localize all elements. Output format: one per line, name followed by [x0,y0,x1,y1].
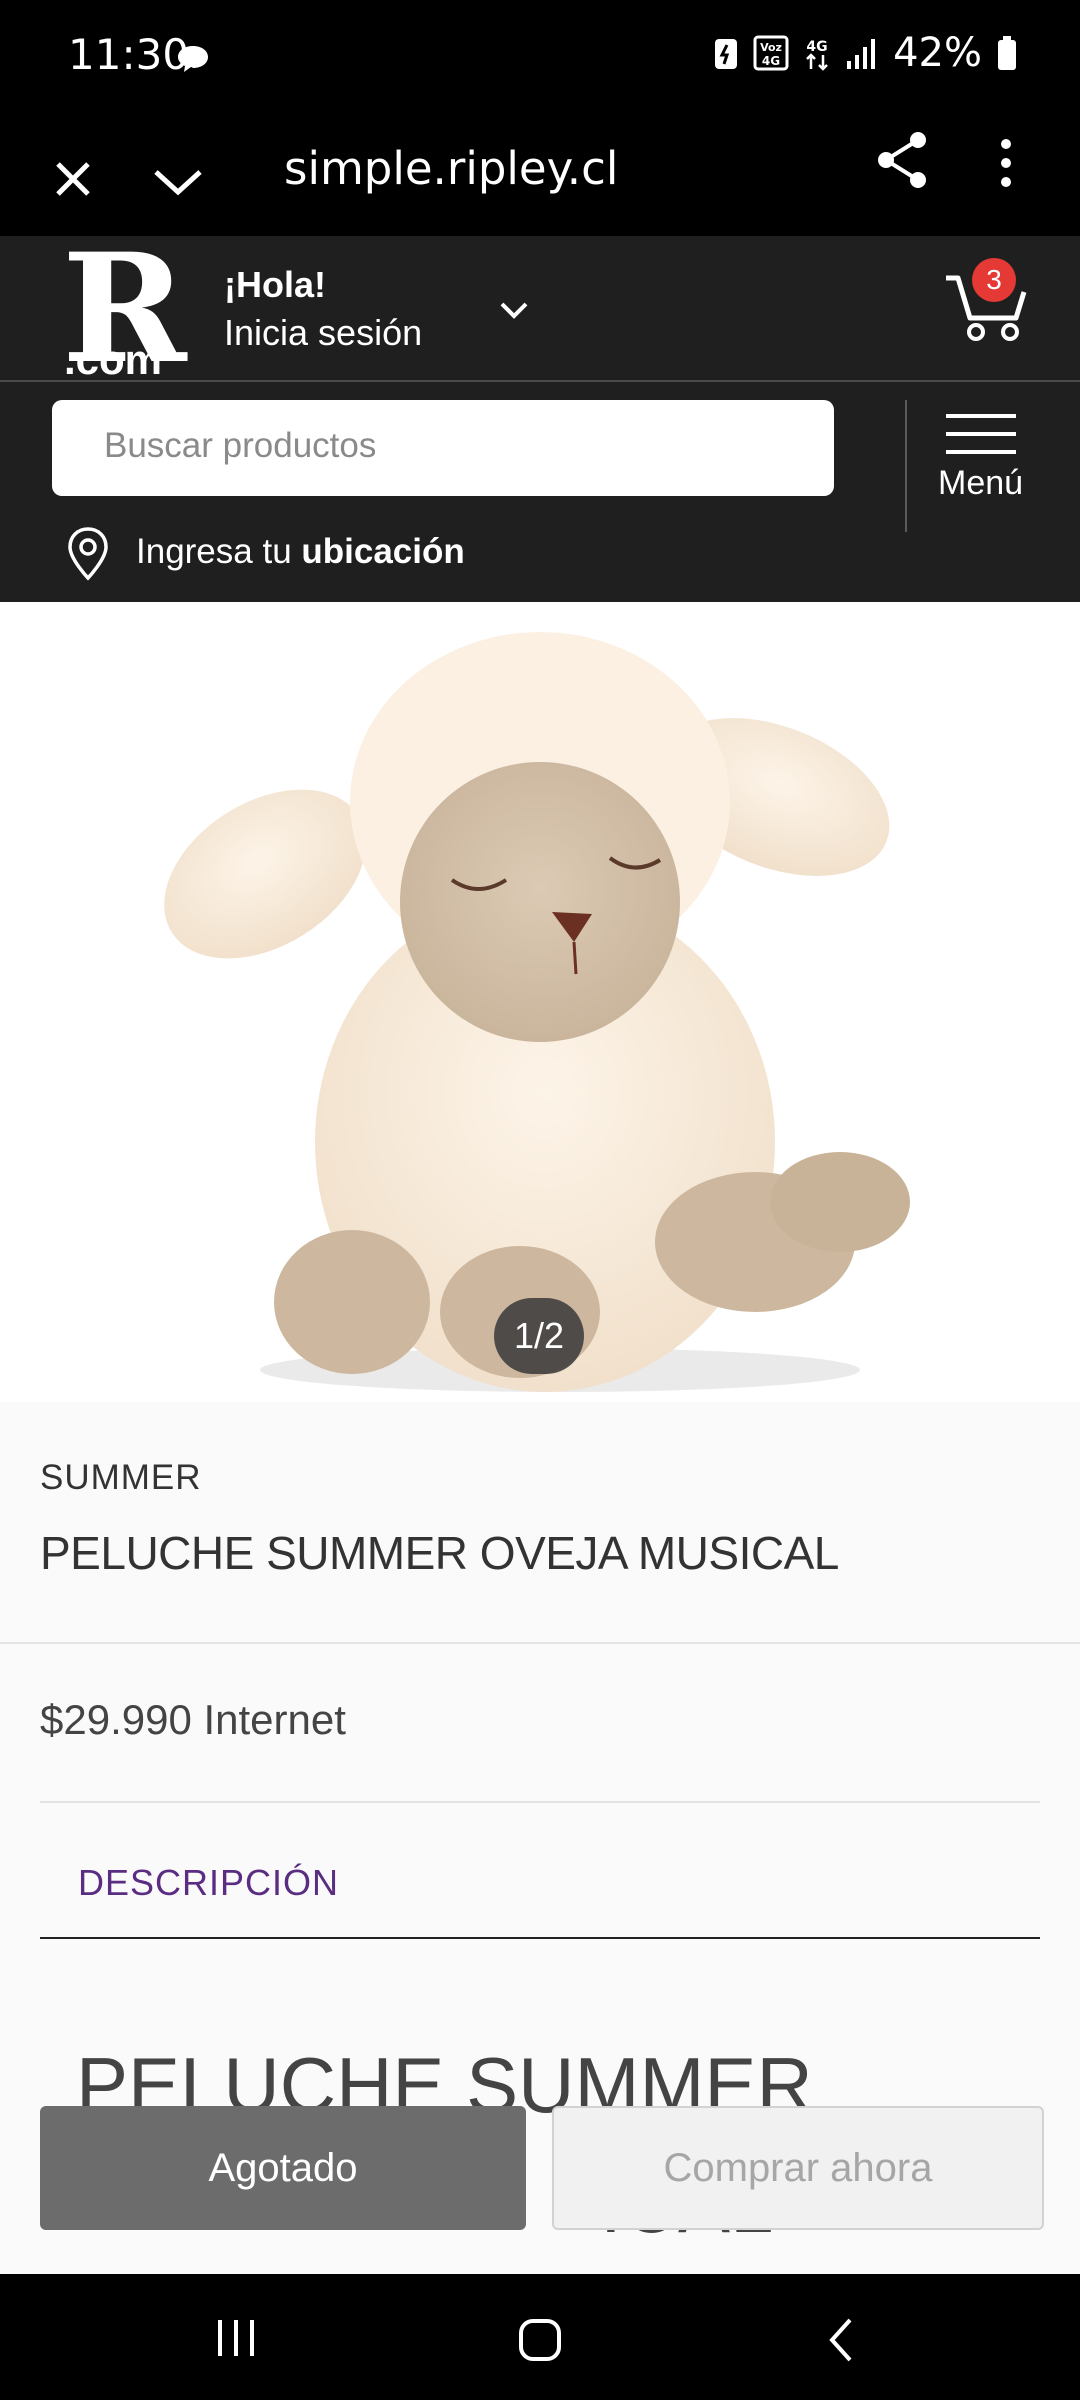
menu-label: Menú [938,464,1024,502]
search-input[interactable]: Buscar productos [52,400,834,496]
search-placeholder: Buscar productos [104,426,377,465]
status-bar: 11:30 Voz 4G 4G 42% [0,0,1080,118]
product-price: $29.990 Internet [40,1696,346,1743]
cart-button[interactable]: 3 [944,258,1030,342]
ripley-logo[interactable]: R .com [56,234,187,384]
buy-now-button[interactable]: Comprar ahora [552,2106,1044,2230]
site-header: R .com ¡Hola! Inicia sesión 3 Buscar pro… [0,234,1080,602]
back-icon[interactable] [826,2316,856,2364]
cart-count-badge: 3 [972,258,1016,302]
svg-text:4G: 4G [762,54,780,68]
product-title: PELUCHE SUMMER OVEJA MUSICAL [40,1527,839,1579]
product-brand[interactable]: SUMMER [40,1458,202,1498]
recent-apps-icon[interactable] [214,2318,258,2358]
login-link[interactable]: Inicia sesión [224,312,422,354]
network-4g-icon: 4G [806,39,828,71]
sold-out-button[interactable]: Agotado [40,2106,526,2230]
location-pin-icon [68,527,108,581]
logo-suffix: .com [64,336,163,383]
home-icon[interactable] [518,2318,562,2362]
account-chevron-icon[interactable] [498,300,530,322]
menu-button[interactable]: Menú [922,408,1038,532]
image-counter: 1/2 [494,1298,584,1374]
greeting: ¡Hola! [224,264,326,305]
system-nav-bar [0,2274,1080,2400]
menu-divider [905,400,907,532]
product-image-carousel[interactable]: 1/2 [0,602,1080,1402]
svg-text:4G: 4G [806,39,827,55]
url-text[interactable]: simple.ripley.cl [284,142,618,195]
battery-percent: 42% [893,30,982,76]
volte-icon: Voz4G [753,35,789,71]
chat-bubble-icon [178,46,208,72]
more-options-icon[interactable] [996,136,1016,190]
divider [0,1642,1080,1644]
status-time: 11:30 [68,30,190,79]
svg-text:Voz: Voz [760,41,782,54]
chevron-down-icon[interactable] [152,168,204,198]
divider [40,1801,1040,1803]
product-image [164,632,910,1392]
location-prefix: Ingresa tu [136,532,302,571]
tab-description[interactable]: DESCRIPCIÓN [78,1862,339,1904]
share-icon[interactable] [874,130,930,190]
battery-icon [998,36,1016,70]
location-bold: ubicación [301,532,465,571]
browser-toolbar: simple.ripley.cl [0,118,1080,236]
header-divider [0,380,1080,382]
close-icon[interactable] [54,160,92,198]
status-right: Voz 4G 4G 42% [713,30,1018,76]
battery-saver-icon [715,39,738,69]
tab-underline [40,1937,1040,1939]
hamburger-icon [946,414,1016,454]
location-link[interactable]: Ingresa tu ubicación [136,532,465,572]
signal-icon [847,39,876,69]
